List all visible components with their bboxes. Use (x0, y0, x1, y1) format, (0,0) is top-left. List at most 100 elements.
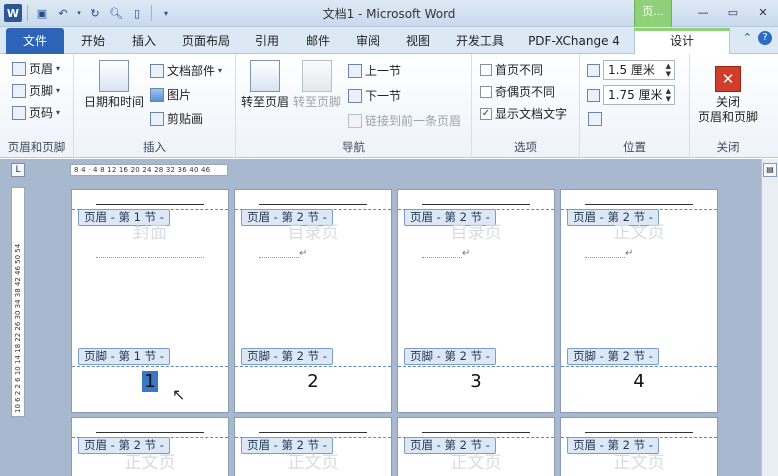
tab-pdf-xchange[interactable]: PDF-XChange 4 (522, 30, 626, 54)
tab-review[interactable]: 审阅 (350, 30, 386, 54)
paragraph-mark: ↵ (625, 248, 634, 259)
ghost-text: 目录页 (287, 223, 339, 243)
ghost-text: 正文页 (287, 453, 339, 473)
document-workspace[interactable]: L 8 4 · 4 8 12 16 20 24 28 32 36 40 46 1… (0, 159, 778, 476)
close-window-icon[interactable]: ✕ (748, 2, 778, 22)
paragraph-mark: ↵ (462, 248, 471, 259)
page-number[interactable]: 2 (235, 371, 391, 392)
quick-parts-button[interactable]: 文档部件 ▾ (150, 62, 222, 79)
group-label-options: 选项 (514, 140, 537, 154)
different-odd-even-checkbox[interactable]: 奇偶页不同 (480, 83, 555, 100)
vertical-ruler[interactable]: 10 6 2 2 6 10 14 18 22 26 30 34 38 42 46… (11, 187, 25, 417)
goto-header-icon (250, 60, 280, 92)
group-label-insert: 插入 (143, 140, 166, 154)
page[interactable]: 页眉 - 第 2 节 - 目录页 ↵ 页脚 - 第 2 节 - 2 (234, 189, 392, 413)
minimize-ribbon-icon[interactable]: ⌃ (743, 31, 752, 45)
close-icon: ✕ (715, 66, 741, 92)
group-label-position: 位置 (623, 140, 646, 154)
ghost-text: 目录页 (450, 223, 502, 243)
spinner-icon[interactable]: ▲ ▼ (666, 62, 671, 78)
header-position-icon (587, 63, 600, 77)
ribbon-tab-bar: 文件 开始 插入 页面布局 引用 邮件 审阅 视图 开发工具 PDF-XChan… (0, 27, 778, 54)
tab-page-layout[interactable]: 页面布局 (176, 30, 236, 54)
quick-parts-icon (150, 63, 164, 78)
group-label-navigation: 导航 (342, 140, 365, 154)
footer-section-label: 页脚 - 第 2 节 - (241, 348, 333, 365)
picture-button[interactable]: 图片 (150, 86, 191, 103)
link-to-previous-button[interactable]: 链接到前一条页眉 (348, 112, 461, 129)
horizontal-ruler[interactable]: 8 4 · 4 8 12 16 20 24 28 32 36 40 46 (70, 164, 228, 176)
page-number[interactable]: 3 (398, 371, 554, 392)
view-ruler-icon[interactable]: ▤ (763, 163, 777, 177)
page[interactable]: 页眉 - 第 2 节 - 正文页 (71, 417, 229, 476)
page[interactable]: 页眉 - 第 2 节 - 正文页 (560, 417, 718, 476)
clip-art-icon (150, 111, 164, 126)
checkbox-unchecked-icon (480, 85, 492, 98)
group-position: 1.5 厘米 ▲ ▼ 1.75 厘米 ▲ ▼ 位置 (580, 54, 690, 158)
previous-section-icon (348, 63, 362, 78)
next-section-icon (348, 88, 362, 103)
page-number[interactable]: 4 (561, 371, 717, 392)
picture-icon (150, 87, 164, 102)
tab-references[interactable]: 引用 (249, 30, 285, 54)
footer-icon (12, 83, 26, 98)
tab-developer[interactable]: 开发工具 (450, 30, 510, 54)
vertical-scrollbar[interactable]: ▤ (761, 159, 778, 476)
title-bar: W ▣ ↶ ▾ ↻ 🔍︎ ▯ ▾ 文档1 - Microsoft Word 页.… (0, 0, 778, 27)
footer-section-label: 页脚 - 第 2 节 - (567, 348, 659, 365)
group-label-close: 关闭 (716, 140, 740, 154)
clip-art-button[interactable]: 剪贴画 (150, 110, 203, 127)
window-controls: — ▭ ✕ (688, 2, 778, 22)
header-button[interactable]: 页眉 ▾ (12, 60, 60, 77)
goto-footer-button[interactable]: 转至页脚 (292, 60, 342, 110)
tab-mailings[interactable]: 邮件 (300, 30, 336, 54)
footer-position-input[interactable]: 1.75 厘米 ▲ ▼ (603, 85, 675, 105)
footer-section-label: 页脚 - 第 1 节 - (78, 348, 170, 365)
page-number[interactable]: 1 (72, 371, 228, 392)
footer-position-icon (587, 88, 600, 102)
footer-position-control: 1.75 厘米 ▲ ▼ (587, 85, 675, 105)
minimize-icon[interactable]: — (688, 2, 718, 22)
goto-footer-icon (302, 60, 332, 92)
page-number-button[interactable]: 页码 ▾ (12, 104, 60, 121)
goto-header-button[interactable]: 转至页眉 (240, 60, 290, 110)
page[interactable]: 页眉 - 第 2 节 - 目录页 ↵ 页脚 - 第 2 节 - 3 (397, 189, 555, 413)
context-tab-header-footer-tools: 页... (634, 0, 672, 27)
page[interactable]: 页眉 - 第 2 节 - 正文页 (397, 417, 555, 476)
group-close: ✕ 关闭 页眉和页脚 关闭 (690, 54, 766, 158)
tab-selector-icon[interactable]: L (11, 163, 25, 177)
page[interactable]: 页眉 - 第 2 节 - 正文页 ↵ 页脚 - 第 2 节 - 4 (560, 189, 718, 413)
footer-button[interactable]: 页脚 ▾ (12, 82, 60, 99)
header-position-control: 1.5 厘米 ▲ ▼ (587, 60, 675, 80)
ribbon: 页眉 ▾ 页脚 ▾ 页码 ▾ 页眉和页脚 日期和时间 文档部件 ▾ 图片 剪贴画 插入 (0, 54, 778, 158)
tab-insert[interactable]: 插入 (126, 30, 162, 54)
help-icon[interactable]: ? (758, 31, 772, 45)
ghost-text: 封面 (133, 223, 167, 243)
date-time-button[interactable]: 日期和时间 (82, 60, 146, 110)
group-insert: 日期和时间 文档部件 ▾ 图片 剪贴画 插入 (74, 54, 236, 158)
page[interactable]: 页眉 - 第 1 节 - 封面 页脚 - 第 1 节 - 1 (71, 189, 229, 413)
ribbon-controls: ⌃ ? (743, 31, 772, 45)
header-position-input[interactable]: 1.5 厘米 ▲ ▼ (603, 60, 675, 80)
next-section-button[interactable]: 下一节 (348, 87, 401, 104)
group-navigation: 转至页眉 转至页脚 上一节 下一节 链接到前一条页眉 导航 (236, 54, 472, 158)
previous-section-button[interactable]: 上一节 (348, 62, 401, 79)
tab-file[interactable]: 文件 (6, 28, 64, 54)
ghost-text: 正文页 (613, 453, 665, 473)
link-icon (348, 113, 362, 128)
footer-section-label: 页脚 - 第 2 节 - (404, 348, 496, 365)
tab-home[interactable]: 开始 (75, 30, 111, 54)
page-number-icon (12, 105, 26, 120)
ghost-text: 正文页 (450, 453, 502, 473)
header-icon (12, 61, 26, 76)
close-header-footer-button[interactable]: ✕ 关闭 页眉和页脚 (694, 60, 762, 125)
tab-view[interactable]: 视图 (400, 30, 436, 54)
restore-icon[interactable]: ▭ (718, 2, 748, 22)
page[interactable]: 页眉 - 第 2 节 - 正文页 (234, 417, 392, 476)
different-first-page-checkbox[interactable]: 首页不同 (480, 61, 543, 78)
tab-design[interactable]: 设计 (634, 28, 730, 54)
insert-alignment-tab-button[interactable] (588, 112, 602, 126)
checkbox-checked-icon: ✓ (480, 107, 492, 120)
spinner-icon[interactable]: ▲ ▼ (666, 87, 671, 103)
show-document-text-checkbox[interactable]: ✓ 显示文档文字 (480, 105, 567, 122)
